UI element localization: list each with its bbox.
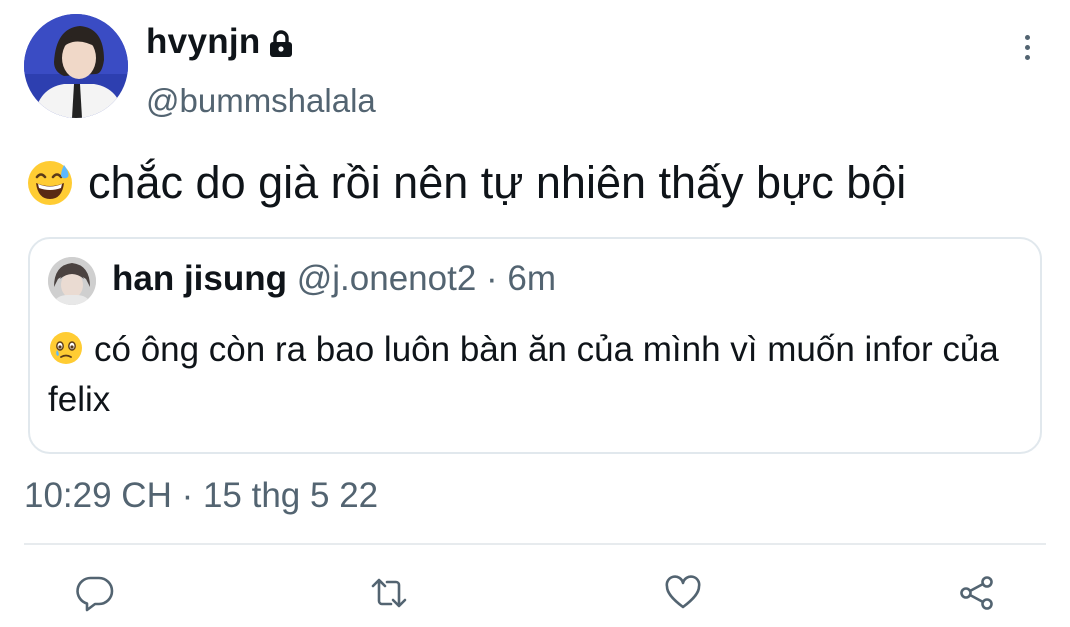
quoted-tweet[interactable]: han jisung @j.onenot2 · 6m có ông còn ra… bbox=[28, 237, 1042, 454]
quoted-text-content: có ông còn ra bao luôn bàn ăn của mình v… bbox=[48, 330, 999, 419]
author-display-name[interactable]: hvynjn bbox=[146, 22, 295, 62]
lock-icon bbox=[267, 28, 295, 58]
holding-back-tears-emoji-icon bbox=[48, 330, 84, 366]
author-name-text[interactable]: hvynjn bbox=[146, 22, 261, 62]
quoted-display-name[interactable]: han jisung bbox=[112, 259, 287, 298]
quoted-header: han jisung @j.onenot2 · 6m bbox=[112, 259, 556, 299]
more-dot-icon bbox=[1024, 44, 1030, 50]
grinning-sweat-emoji-icon bbox=[26, 159, 74, 207]
more-dot-icon bbox=[1024, 34, 1030, 40]
reply-icon bbox=[76, 576, 114, 612]
tweet-detail: hvynjn @bummshalala chắc do già rồi nên … bbox=[0, 0, 1070, 627]
author-avatar[interactable] bbox=[24, 14, 128, 118]
reply-button[interactable] bbox=[75, 573, 115, 613]
author-handle[interactable]: @bummshalala bbox=[146, 82, 376, 120]
divider bbox=[24, 543, 1046, 545]
quoted-text: có ông còn ra bao luôn bàn ăn của mình v… bbox=[48, 325, 1008, 425]
share-button[interactable] bbox=[957, 573, 997, 613]
quoted-separator: · bbox=[486, 259, 498, 298]
tweet-timestamp[interactable]: 10:29 CH · 15 thg 5 22 bbox=[24, 476, 378, 516]
like-button[interactable] bbox=[663, 573, 703, 613]
quoted-handle[interactable]: @j.onenot2 bbox=[297, 259, 477, 298]
quoted-time[interactable]: 6m bbox=[507, 259, 556, 298]
more-options-button[interactable] bbox=[1010, 30, 1044, 64]
more-dot-icon bbox=[1024, 54, 1030, 60]
tweet-text-content: chắc do già rồi nên tự nhiên thấy bực bộ… bbox=[88, 157, 907, 208]
retweet-icon bbox=[371, 578, 407, 608]
retweet-button[interactable] bbox=[369, 573, 409, 613]
share-icon bbox=[960, 576, 993, 610]
quoted-author-avatar[interactable] bbox=[48, 257, 96, 305]
tweet-text: chắc do già rồi nên tự nhiên thấy bực bộ… bbox=[26, 155, 906, 211]
heart-icon bbox=[665, 575, 701, 609]
